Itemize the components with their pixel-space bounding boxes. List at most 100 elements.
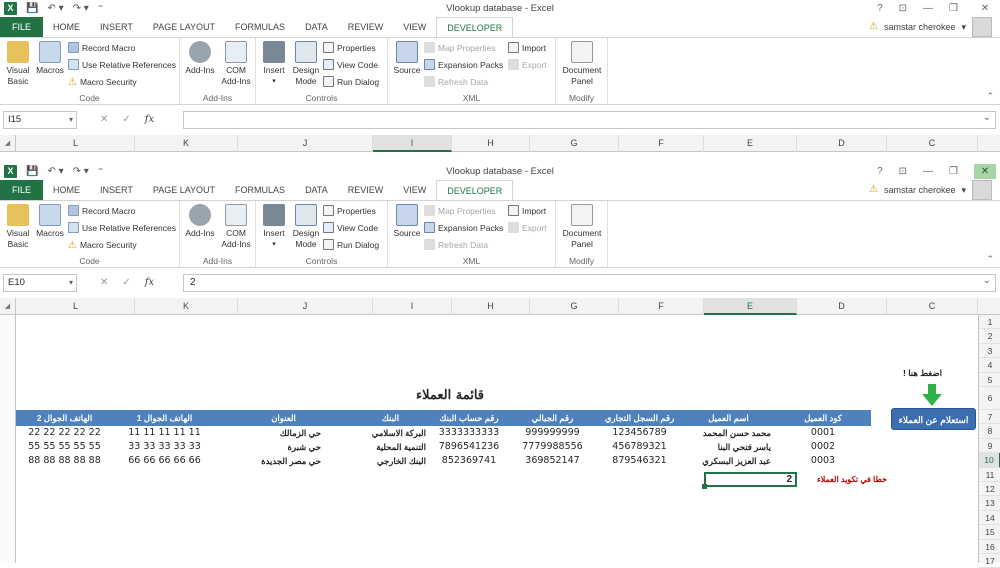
insert-control-button[interactable]: Insert ▾	[260, 41, 288, 87]
row-header[interactable]: 5	[979, 373, 1000, 387]
table-cell[interactable]: 456789321	[597, 440, 682, 454]
com-add-ins-button[interactable]: COM Add-Ins	[220, 41, 252, 87]
restore-icon[interactable]: ❐	[949, 1, 958, 16]
select-all-corner[interactable]: ◢	[0, 135, 16, 152]
selected-cell-e10[interactable]: 2	[702, 472, 797, 489]
column-header[interactable]: C	[887, 135, 978, 152]
enter-icon[interactable]: ✓	[122, 274, 130, 292]
cancel-icon[interactable]: ✕	[100, 274, 108, 292]
query-customers-button[interactable]: استعلام عن العملاء	[891, 408, 976, 430]
column-header[interactable]: I	[373, 135, 452, 152]
use-relative-references-button[interactable]: Use Relative References	[68, 221, 176, 236]
document-panel-button[interactable]: Document Panel	[560, 41, 604, 87]
save-icon[interactable]: 💾	[26, 2, 38, 15]
source-button[interactable]: Source	[392, 204, 422, 239]
tab-formulas[interactable]: FORMULAS	[225, 17, 295, 37]
collapse-ribbon-icon[interactable]: ⌃	[986, 254, 994, 265]
table-header-cell[interactable]: اسم العميل	[682, 410, 775, 426]
tab-insert[interactable]: INSERT	[90, 17, 143, 37]
select-all-corner[interactable]: ◢	[0, 298, 16, 315]
tab-view[interactable]: VIEW	[393, 180, 436, 200]
user-account[interactable]: ⚠ samstar cherokee ▾	[869, 180, 992, 200]
row-header[interactable]: 11	[979, 468, 1000, 482]
visual-basic-button[interactable]: Visual Basic	[4, 41, 32, 87]
row-header[interactable]: 14	[979, 511, 1000, 526]
column-header[interactable]: E	[704, 135, 797, 152]
tab-developer[interactable]: DEVELOPER	[436, 17, 514, 37]
collapse-ribbon-icon[interactable]: ⌃	[986, 91, 994, 102]
expansion-packs-button[interactable]: Expansion Packs	[424, 221, 503, 236]
table-cell[interactable]: 55 55 55 55 55	[16, 440, 113, 454]
row-header[interactable]: 17	[979, 554, 1000, 568]
row-header[interactable]: 10	[979, 453, 1000, 468]
row-header[interactable]: 4	[979, 358, 1000, 373]
table-cell[interactable]: حي شبرة	[216, 440, 351, 454]
table-cell[interactable]: عبد العزيز البسكري	[682, 454, 775, 468]
column-header[interactable]: H	[452, 298, 530, 315]
column-header[interactable]: J	[238, 135, 373, 152]
import-button[interactable]: Import	[508, 204, 546, 219]
column-header[interactable]: G	[530, 298, 619, 315]
help-icon[interactable]: ?	[877, 164, 883, 179]
row-header[interactable]: 6	[979, 387, 1000, 410]
design-mode-button[interactable]: Design Mode	[290, 41, 322, 87]
import-button[interactable]: Import	[508, 41, 546, 56]
column-header[interactable]: G	[530, 135, 619, 152]
table-cell[interactable]: 33 33 33 33 33	[113, 440, 216, 454]
column-header[interactable]: E	[704, 298, 797, 315]
worksheet-grid[interactable]: 1 2 3 4 5 6 7 8 9 10 11 12 13 14 15 16 1…	[0, 315, 1000, 568]
tab-page-layout[interactable]: PAGE LAYOUT	[143, 180, 225, 200]
restore-icon[interactable]: ❐	[949, 164, 958, 179]
table-cell[interactable]: 369852147	[508, 454, 597, 468]
ribbon-display-icon[interactable]: ⊡	[899, 1, 907, 16]
tab-formulas[interactable]: FORMULAS	[225, 180, 295, 200]
com-add-ins-button[interactable]: COM Add-Ins	[220, 204, 252, 250]
customize-icon[interactable]: ⁼	[98, 165, 103, 178]
row-header[interactable]: 7	[979, 410, 1000, 425]
table-cell[interactable]: البركة الاسلامي	[351, 426, 430, 440]
table-header-cell[interactable]: رقم الجبالي	[508, 410, 597, 426]
macro-security-button[interactable]: ⚠ Macro Security	[68, 238, 137, 253]
minimize-icon[interactable]: —	[923, 164, 933, 179]
column-header[interactable]: I	[373, 298, 452, 315]
tab-file[interactable]: FILE	[0, 17, 44, 37]
tab-developer[interactable]: DEVELOPER	[436, 180, 514, 200]
table-cell[interactable]: 11 11 11 11 11	[113, 426, 216, 440]
row-header[interactable]: 2	[979, 329, 1000, 344]
redo-icon[interactable]: ↷ ▾	[73, 2, 89, 15]
column-header[interactable]: F	[619, 298, 704, 315]
minimize-icon[interactable]: —	[923, 1, 933, 16]
user-account[interactable]: ⚠ samstar cherokee ▾	[869, 17, 992, 37]
table-header-cell[interactable]: كود العميل	[775, 410, 871, 426]
insert-function-icon[interactable]: fx	[145, 274, 154, 292]
properties-button[interactable]: Properties	[323, 204, 376, 219]
use-relative-references-button[interactable]: Use Relative References	[68, 58, 176, 73]
macros-button[interactable]: Macros	[34, 204, 66, 239]
row-header[interactable]: 16	[979, 540, 1000, 554]
table-cell[interactable]: 879546321	[597, 454, 682, 468]
row-header[interactable]: 8	[979, 424, 1000, 439]
table-cell[interactable]: حي الزمالك	[216, 426, 351, 440]
undo-icon[interactable]: ↶ ▾	[47, 2, 63, 15]
name-box[interactable]: I15	[3, 111, 77, 129]
tab-view[interactable]: VIEW	[393, 17, 436, 37]
table-cell[interactable]: البنك الخارجي	[351, 454, 430, 468]
close-icon[interactable]: ✕	[974, 1, 996, 16]
tab-insert[interactable]: INSERT	[90, 180, 143, 200]
column-header[interactable]: C	[887, 298, 978, 315]
source-button[interactable]: Source	[392, 41, 422, 76]
row-header[interactable]: 1	[979, 315, 1000, 330]
view-code-button[interactable]: View Code	[323, 221, 378, 236]
ribbon-display-icon[interactable]: ⊡	[899, 164, 907, 179]
column-header[interactable]: H	[452, 135, 530, 152]
table-cell[interactable]: 0003	[775, 454, 871, 468]
save-icon[interactable]: 💾	[26, 165, 38, 178]
column-header[interactable]: J	[238, 298, 373, 315]
row-header[interactable]: 12	[979, 482, 1000, 497]
table-cell[interactable]: 0001	[775, 426, 871, 440]
help-icon[interactable]: ?	[877, 1, 883, 16]
add-ins-button[interactable]: Add-Ins	[184, 41, 216, 76]
macros-button[interactable]: Macros	[34, 41, 66, 76]
table-cell[interactable]: 852369741	[430, 454, 508, 468]
table-cell[interactable]: التنمية المحلية	[351, 440, 430, 454]
